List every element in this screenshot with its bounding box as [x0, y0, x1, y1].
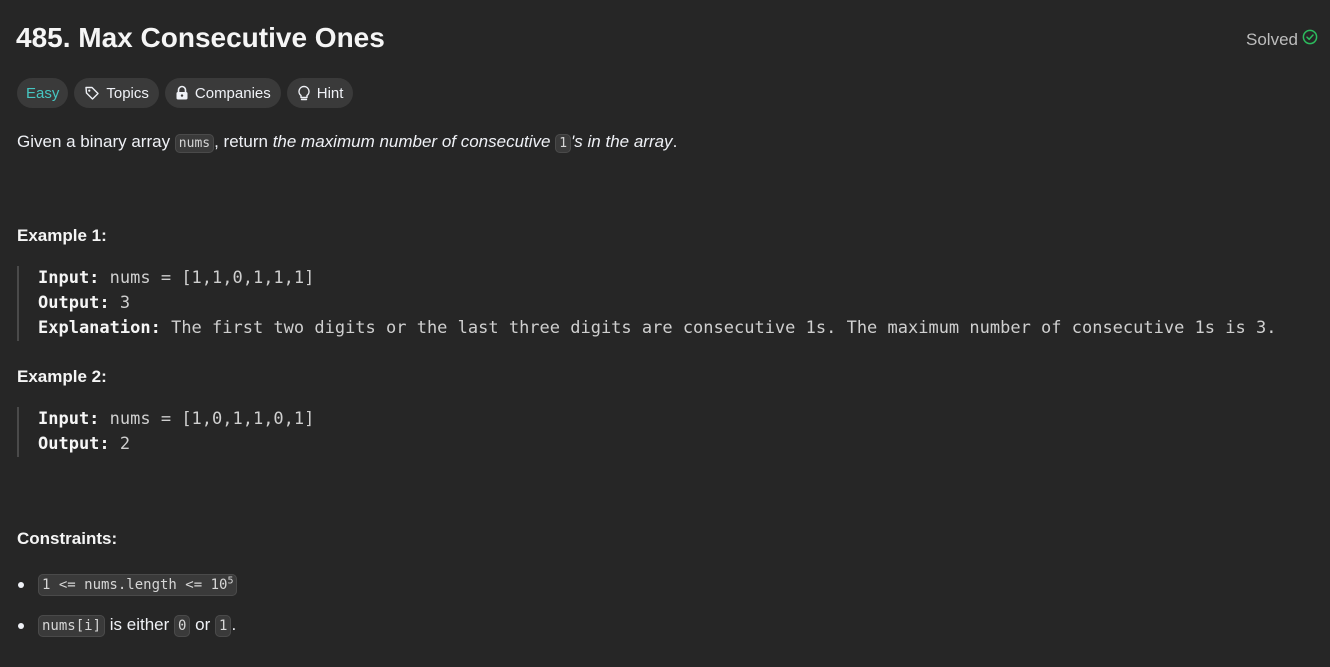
example-1-output: Output: 3 — [38, 291, 1276, 316]
companies-label: Companies — [194, 84, 271, 102]
desc-text: , return — [214, 132, 273, 151]
topics-button[interactable]: Topics — [74, 78, 159, 108]
desc-emphasis: the maximum number of consecutive — [272, 132, 556, 151]
problem-title: 485. Max Consecutive Ones — [16, 22, 385, 53]
inline-code: nums[i] — [38, 615, 106, 637]
list-item: nums[i] is either 0 or 1. — [17, 611, 237, 639]
inline-code: 1 — [555, 134, 572, 153]
tag-icon — [84, 85, 100, 101]
hint-label: Hint — [316, 84, 344, 102]
desc-emphasis: 's in the array — [571, 132, 673, 151]
solved-label: Solved — [1246, 29, 1298, 49]
superscript: 5 — [227, 575, 234, 587]
example-1-block: Input: nums = [1,1,0,1,1,1] Output: 3 Ex… — [17, 266, 1276, 341]
example-1-explanation: Explanation: The first two digits or the… — [38, 316, 1276, 341]
constraint-text: . — [231, 615, 237, 634]
lock-icon — [175, 85, 189, 101]
lightbulb-icon — [297, 85, 311, 102]
solved-status: Solved — [1246, 29, 1318, 50]
desc-text: Given a binary array — [17, 132, 175, 151]
constraint-text: or — [190, 615, 215, 634]
example-2-heading: Example 2: — [17, 367, 107, 386]
list-item: 1 <= nums.length <= 105 — [17, 570, 238, 598]
input-value: nums = [1,1,0,1,1,1] — [109, 268, 315, 288]
example-2-input: Input: nums = [1,0,1,1,0,1] — [38, 407, 314, 432]
explanation-label: Explanation: — [38, 318, 161, 338]
desc-text: . — [672, 132, 678, 151]
input-label: Input: — [38, 268, 100, 288]
constraints-list: 1 <= nums.length <= 105 nums[i] is eithe… — [17, 570, 238, 652]
inline-code: 0 — [174, 615, 191, 637]
input-value: nums = [1,0,1,1,0,1] — [109, 409, 315, 429]
companies-button[interactable]: Companies — [164, 78, 281, 108]
tag-bar: Easy Topics Companies Hint — [17, 78, 354, 108]
explanation-value: The first two digits or the last three d… — [171, 318, 1277, 338]
constraint-code: 1 <= nums.length <= 10 — [42, 577, 228, 593]
inline-code: nums — [174, 134, 215, 153]
constraints-heading: Constraints: — [17, 529, 118, 548]
example-1-input: Input: nums = [1,1,0,1,1,1] — [38, 266, 1276, 291]
hint-button[interactable]: Hint — [286, 78, 354, 108]
check-circle-icon — [1302, 29, 1318, 50]
difficulty-label: Easy — [26, 84, 60, 102]
output-label: Output: — [38, 434, 110, 454]
difficulty-badge: Easy — [17, 78, 69, 108]
problem-description: Given a binary array nums, return the ma… — [17, 130, 677, 156]
example-2-block: Input: nums = [1,0,1,1,0,1] Output: 2 — [17, 407, 314, 457]
inline-code: 1 <= nums.length <= 105 — [38, 574, 238, 596]
output-value: 2 — [119, 434, 131, 454]
example-1-heading: Example 1: — [17, 226, 107, 245]
constraint-text: is either — [105, 615, 174, 634]
output-value: 3 — [119, 293, 131, 313]
output-label: Output: — [38, 293, 110, 313]
input-label: Input: — [38, 409, 100, 429]
inline-code: 1 — [215, 615, 232, 637]
topics-label: Topics — [106, 84, 149, 102]
example-2-output: Output: 2 — [38, 432, 314, 457]
